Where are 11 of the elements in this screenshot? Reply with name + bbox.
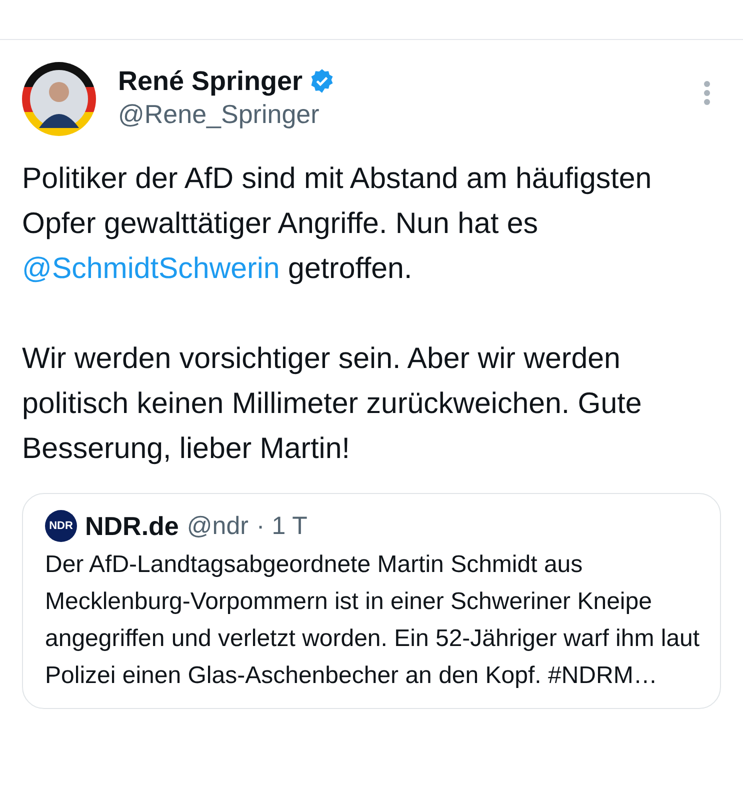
- source-name: NDR.de: [85, 510, 179, 542]
- author-name[interactable]: René Springer: [118, 64, 303, 98]
- quoted-text: Der AfD-Landtagsabgeordnete Martin Schmidt aus Mecklenburg-Vorpommern ist in einer Schweriner Kneipe angegriffen und verletzt worden. Ein 52-Jähriger warf ihm laut Polizei einen Glas-Aschenbecher an den Kopf. #NDRM…: [45, 550, 700, 691]
- source-logo: NDR: [45, 510, 77, 542]
- post-text: Wir werden vorsichtiger sein. Aber wir werden politisch keinen Millimeter zurückweichen. Gute Besserung, lieber Martin!: [22, 341, 643, 467]
- post-time: · 1 T: [256, 511, 308, 542]
- author-handle[interactable]: @Rene_Springer: [118, 98, 335, 130]
- avatar[interactable]: [22, 62, 96, 136]
- quoted-post-card[interactable]: [22, 493, 721, 709]
- post-text: Politiker der AfD sind mit Abstand am häufigsten Opfer gewalttätiger Angriffe. Nun hat es @SchmidtSchwerin getroffen.: [22, 161, 653, 287]
- source-handle: @ndr: [186, 511, 248, 542]
